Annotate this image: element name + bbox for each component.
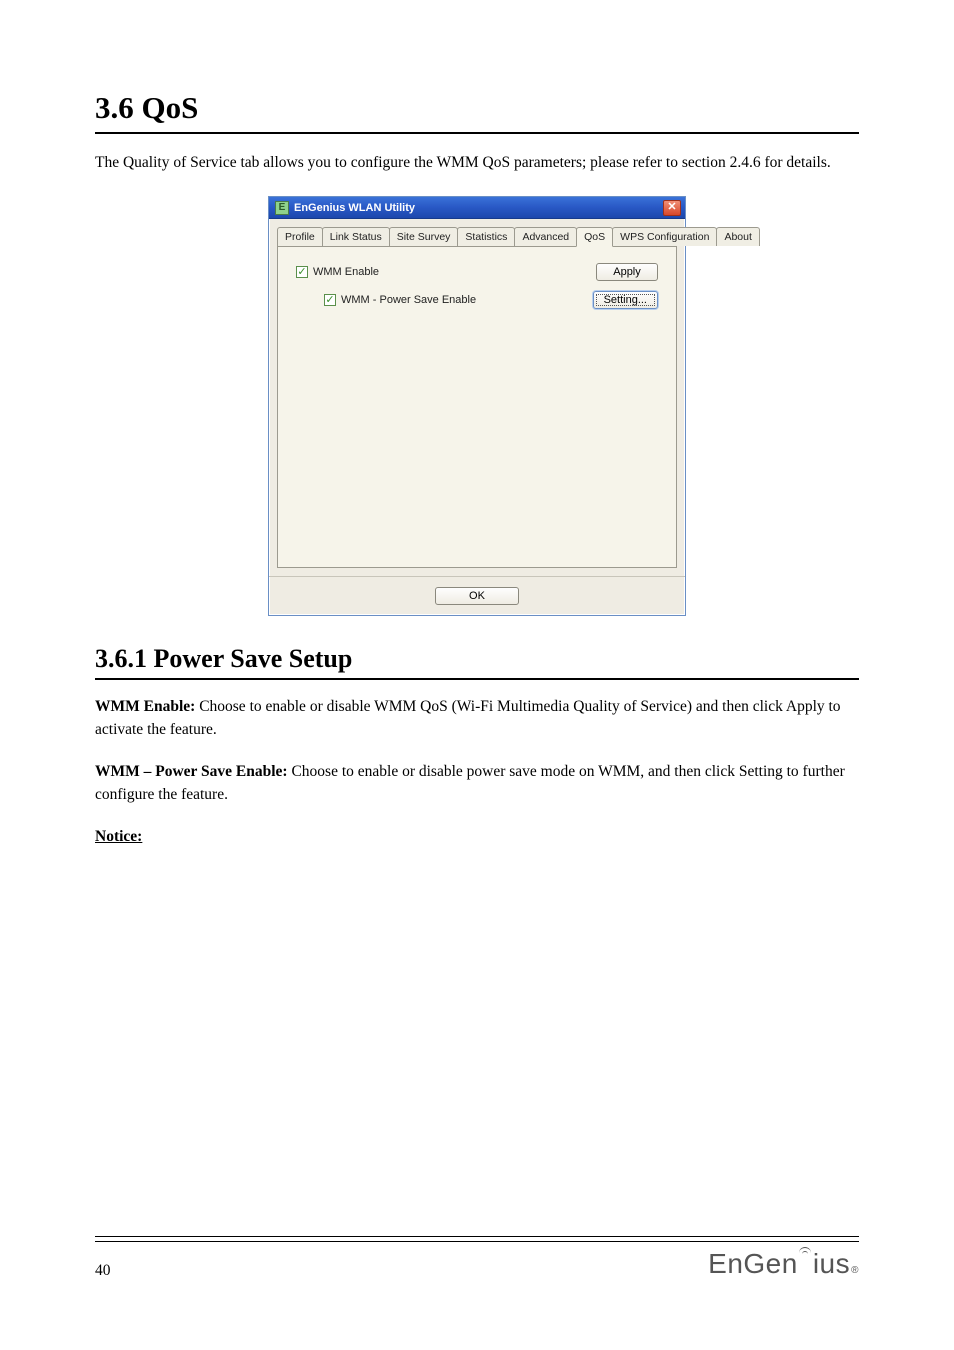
wmm-enable-checkbox[interactable]: ✓ [296, 266, 308, 278]
dialog-button-bar: OK [269, 576, 685, 615]
divider [95, 132, 859, 134]
title-bar: E EnGenius WLAN Utility ✕ [269, 197, 685, 219]
tab-advanced[interactable]: Advanced [514, 227, 577, 246]
apply-button[interactable]: Apply [596, 263, 658, 281]
tab-site-survey[interactable]: Site Survey [389, 227, 459, 246]
tab-qos[interactable]: QoS [576, 227, 613, 247]
tab-link-status[interactable]: Link Status [322, 227, 390, 246]
intro-paragraph: The Quality of Service tab allows you to… [95, 152, 859, 174]
tab-wps-configuration[interactable]: WPS Configuration [612, 227, 717, 246]
wifi-icon [797, 1253, 813, 1273]
close-icon[interactable]: ✕ [663, 200, 681, 216]
subsection-name: Power Save Setup [154, 644, 353, 673]
section-heading: 3.6 QoS [95, 90, 859, 126]
tab-strip: Profile Link Status Site Survey Statisti… [277, 227, 677, 246]
wmm-ps-label: WMM - Power Save Enable [341, 294, 476, 306]
divider [95, 1236, 859, 1237]
param-1-label: WMM Enable: [95, 698, 195, 715]
dialog-window: E EnGenius WLAN Utility ✕ Profile Link S… [268, 196, 686, 616]
param-2: WMM – Power Save Enable: Choose to enabl… [95, 761, 859, 806]
ok-button[interactable]: OK [435, 587, 519, 605]
brand-logo: EnGenius® [708, 1248, 859, 1280]
param-1-text: Choose to enable or disable WMM QoS (Wi-… [95, 698, 841, 737]
param-2-label: WMM – Power Save Enable: [95, 763, 288, 780]
tab-profile[interactable]: Profile [277, 227, 323, 246]
note: Notice: [95, 826, 859, 848]
wmm-enable-row: ✓ WMM Enable [296, 266, 379, 278]
setting-button[interactable]: Setting... [593, 291, 658, 309]
page-number: 40 [95, 1262, 111, 1280]
footer: 40 EnGenius® [0, 1236, 954, 1280]
wmm-ps-checkbox[interactable]: ✓ [324, 294, 336, 306]
wmm-ps-row: ✓ WMM - Power Save Enable [296, 294, 476, 306]
subsection-number: 3.6.1 [95, 644, 147, 673]
wmm-enable-label: WMM Enable [313, 266, 379, 278]
param-1: WMM Enable: Choose to enable or disable … [95, 696, 859, 741]
tab-about[interactable]: About [716, 227, 759, 246]
section-number: 3.6 [95, 90, 134, 125]
section-name: QoS [142, 90, 199, 125]
divider [95, 1241, 859, 1242]
subsection-heading: 3.6.1 Power Save Setup [95, 644, 859, 674]
divider [95, 678, 859, 680]
window-title: EnGenius WLAN Utility [294, 202, 415, 214]
app-icon: E [275, 201, 289, 215]
tab-panel-qos: ✓ WMM Enable Apply ✓ WMM - Power Save En… [277, 246, 677, 568]
note-label: Notice: [95, 828, 142, 845]
tab-statistics[interactable]: Statistics [457, 227, 515, 246]
